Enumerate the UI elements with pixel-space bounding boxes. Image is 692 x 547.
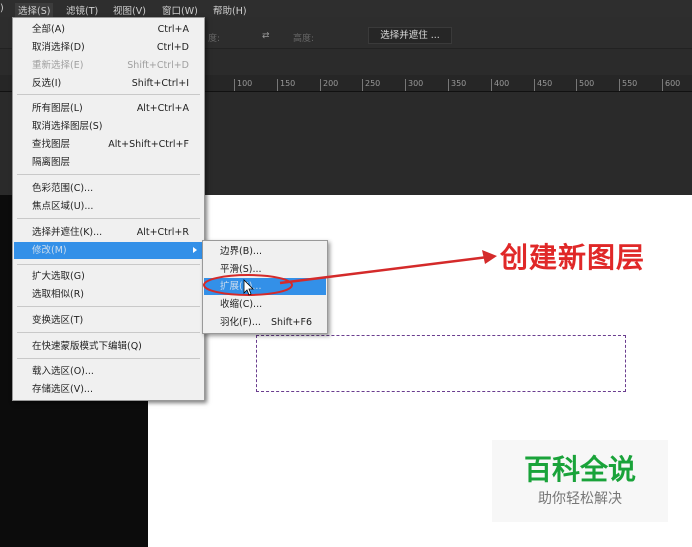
watermark-subtitle: 助你轻松解决 [538, 491, 622, 507]
watermark: 百科全说 助你轻松解决 [492, 440, 668, 522]
annotation-text: 创建新图层 [500, 241, 646, 274]
watermark-title: 百科全说 [523, 453, 636, 486]
arrow-head-icon [482, 250, 497, 264]
annotation-arrow [279, 255, 489, 285]
mouse-cursor-icon [243, 279, 254, 296]
